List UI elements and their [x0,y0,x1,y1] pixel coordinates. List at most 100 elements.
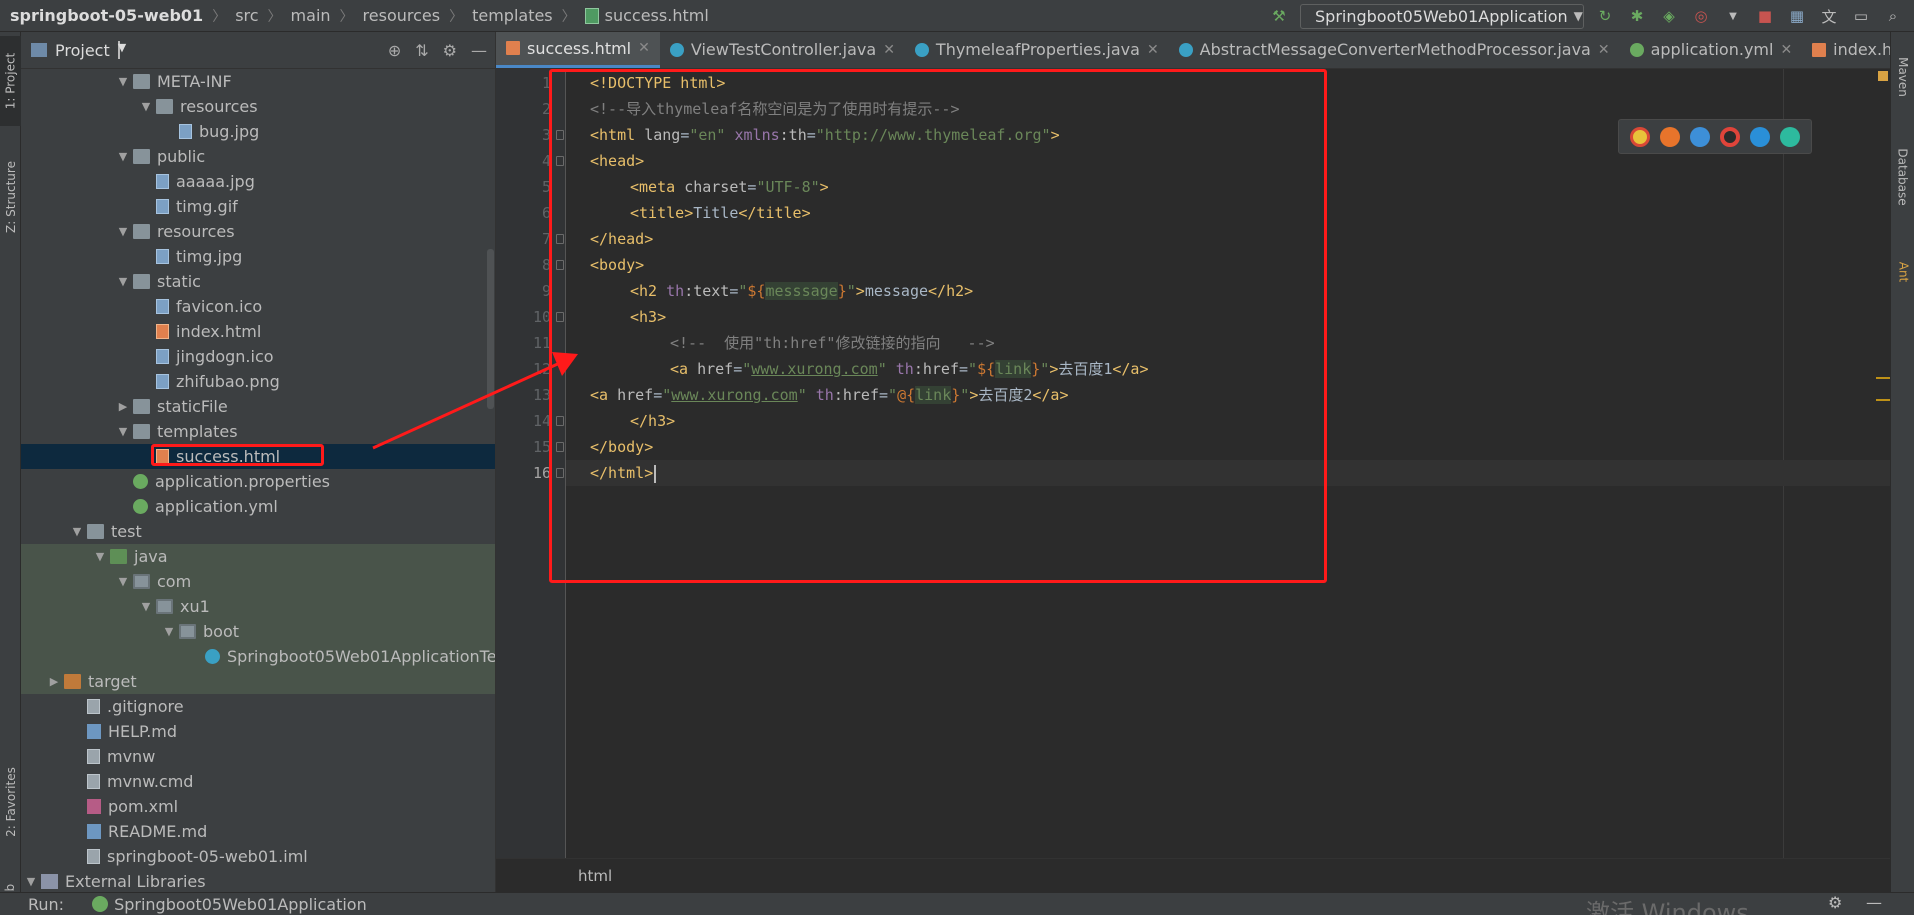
tab-database-tool[interactable]: Database [1891,132,1914,222]
editor-breadcrumb-html[interactable]: html [578,867,612,885]
fold-marker-icon[interactable] [556,234,564,244]
tree-item[interactable]: ▼ resources [21,94,495,119]
close-icon[interactable]: ✕ [1147,42,1159,58]
tree-item-selected[interactable]: success.html [21,444,495,469]
tree-item[interactable]: README.md [21,819,495,844]
collapsed-arrow-icon[interactable]: ▶ [44,675,64,688]
project-panel-title[interactable]: Project [55,41,110,60]
fold-marker-icon[interactable] [556,130,564,140]
tree-item[interactable]: ▼ boot [21,619,495,644]
code-line[interactable]: <h3> [566,304,1890,330]
tree-item[interactable]: ▼ META-INF [21,69,495,94]
tab-maven-tool[interactable]: Maven [1891,42,1914,112]
code-line[interactable]: <body> [566,252,1890,278]
search-icon[interactable]: ⌕ [1882,5,1904,27]
tree-item[interactable]: mvnw.cmd [21,769,495,794]
tree-item[interactable]: pom.xml [21,794,495,819]
presentation-mode-icon[interactable]: ▭ [1850,5,1872,27]
code-line[interactable]: <!DOCTYPE html> [566,70,1890,96]
tree-item[interactable]: aaaaa.jpg [21,169,495,194]
expanded-arrow-icon[interactable]: ▼ [159,625,179,638]
tree-item[interactable]: index.html [21,319,495,344]
tree-item[interactable]: ▼ External Libraries [21,869,495,892]
code-line[interactable]: </body> [566,434,1890,460]
translate-icon[interactable]: 文 [1818,5,1840,27]
tree-item[interactable]: mvnw [21,744,495,769]
editor-tab[interactable]: ThymeleafProperties.java ✕ [905,32,1169,68]
tree-item[interactable]: HELP.md [21,719,495,744]
opera-icon[interactable] [1720,126,1740,147]
tab-favorites-tool[interactable]: 2: Favorites [0,752,21,852]
tree-item[interactable]: .gitignore [21,694,495,719]
tree-item[interactable]: ▼ public [21,144,495,169]
hide-minus-icon[interactable]: — [471,41,487,60]
stop-icon[interactable]: ■ [1754,5,1776,27]
expanded-arrow-icon[interactable]: ▼ [113,575,133,588]
tab-structure-tool[interactable]: Z: Structure [0,142,21,252]
tree-item[interactable]: timg.jpg [21,244,495,269]
tree-item[interactable]: application.yml [21,494,495,519]
fold-marker-icon[interactable] [556,312,564,322]
safari-icon[interactable] [1690,126,1710,147]
tree-item[interactable]: ▼ resources [21,219,495,244]
expanded-arrow-icon[interactable]: ▼ [113,275,133,288]
fold-marker-icon[interactable] [556,260,564,270]
tree-item[interactable]: springboot-05-web01.iml [21,844,495,869]
expanded-arrow-icon[interactable]: ▼ [113,150,133,163]
tree-item[interactable]: bug.jpg [21,119,495,144]
fold-marker-icon[interactable] [556,442,564,452]
project-structure-icon[interactable]: ▦ [1786,5,1808,27]
profile-icon[interactable]: ◎ [1690,5,1712,27]
hide-minus-icon[interactable]: — [1866,893,1882,912]
close-icon[interactable]: ✕ [638,40,650,56]
edge-icon[interactable] [1780,126,1800,147]
breadcrumb-src[interactable]: src [235,6,258,25]
run-configuration-select[interactable]: Springboot05Web01Application ▼ [1300,3,1584,29]
breadcrumb-main[interactable]: main [291,6,331,25]
editor-tab[interactable]: index.html✕ [1802,32,1890,68]
tree-item[interactable]: favicon.ico [21,294,495,319]
breadcrumb-file[interactable]: success.html [605,6,709,25]
code-line[interactable]: <a href="www.xurong.com" th:href="${link… [566,356,1890,382]
expanded-arrow-icon[interactable]: ▼ [113,425,133,438]
code-line[interactable]: </head> [566,226,1890,252]
tree-item[interactable]: ▶ staticFile [21,394,495,419]
expanded-arrow-icon[interactable]: ▼ [136,100,156,113]
tree-item[interactable]: ▼ java [21,544,495,569]
breadcrumb-project[interactable]: springboot-05-web01 [10,6,203,25]
expanded-arrow-icon[interactable]: ▼ [113,75,133,88]
close-icon[interactable]: ✕ [1598,42,1610,58]
tree-scrollbar[interactable] [487,249,494,409]
close-icon[interactable]: ✕ [1780,42,1792,58]
code-line[interactable]: <meta charset="UTF-8"> [566,174,1890,200]
tree-item[interactable]: Springboot05Web01ApplicationTests [21,644,495,669]
chevron-down-icon[interactable]: ▼ [117,41,126,59]
debug-bug-icon[interactable]: ✱ [1626,5,1648,27]
error-stripe-marker[interactable] [1876,377,1890,379]
code-line[interactable]: <a href="www.xurong.com" th:href="@{link… [566,382,1890,408]
warning-indicator-icon[interactable] [1878,71,1888,81]
expanded-arrow-icon[interactable]: ▼ [136,600,156,613]
tree-item[interactable]: ▼ static [21,269,495,294]
tab-ant-tool[interactable]: Ant [1891,242,1914,302]
chrome-icon[interactable] [1630,126,1650,147]
breadcrumb-resources[interactable]: resources [363,6,441,25]
coverage-shield-icon[interactable]: ◈ [1658,5,1680,27]
fold-marker-icon[interactable] [556,416,564,426]
firefox-icon[interactable] [1660,126,1680,147]
editor-tab[interactable]: ViewTestController.java ✕ [660,32,905,68]
collapse-all-icon[interactable]: ⇅ [415,41,428,60]
run-tab-config[interactable]: Springboot05Web01Application [114,895,367,914]
tree-item[interactable]: ▼ test [21,519,495,544]
tree-item[interactable]: ▼ com [21,569,495,594]
close-icon[interactable]: ✕ [883,42,895,58]
rerun-icon[interactable]: ↻ [1594,5,1616,27]
breadcrumb-templates[interactable]: templates [472,6,553,25]
tree-item[interactable]: jingdogn.ico [21,344,495,369]
editor-tab[interactable]: success.html ✕ [496,32,660,68]
fold-marker-icon[interactable] [556,468,564,478]
tree-item[interactable]: application.properties [21,469,495,494]
tab-project-tool[interactable]: 1: Project [0,36,21,126]
tree-item[interactable]: ▼ xu1 [21,594,495,619]
code-line[interactable]: <h2 th:text="${messsage}">message</h2> [566,278,1890,304]
